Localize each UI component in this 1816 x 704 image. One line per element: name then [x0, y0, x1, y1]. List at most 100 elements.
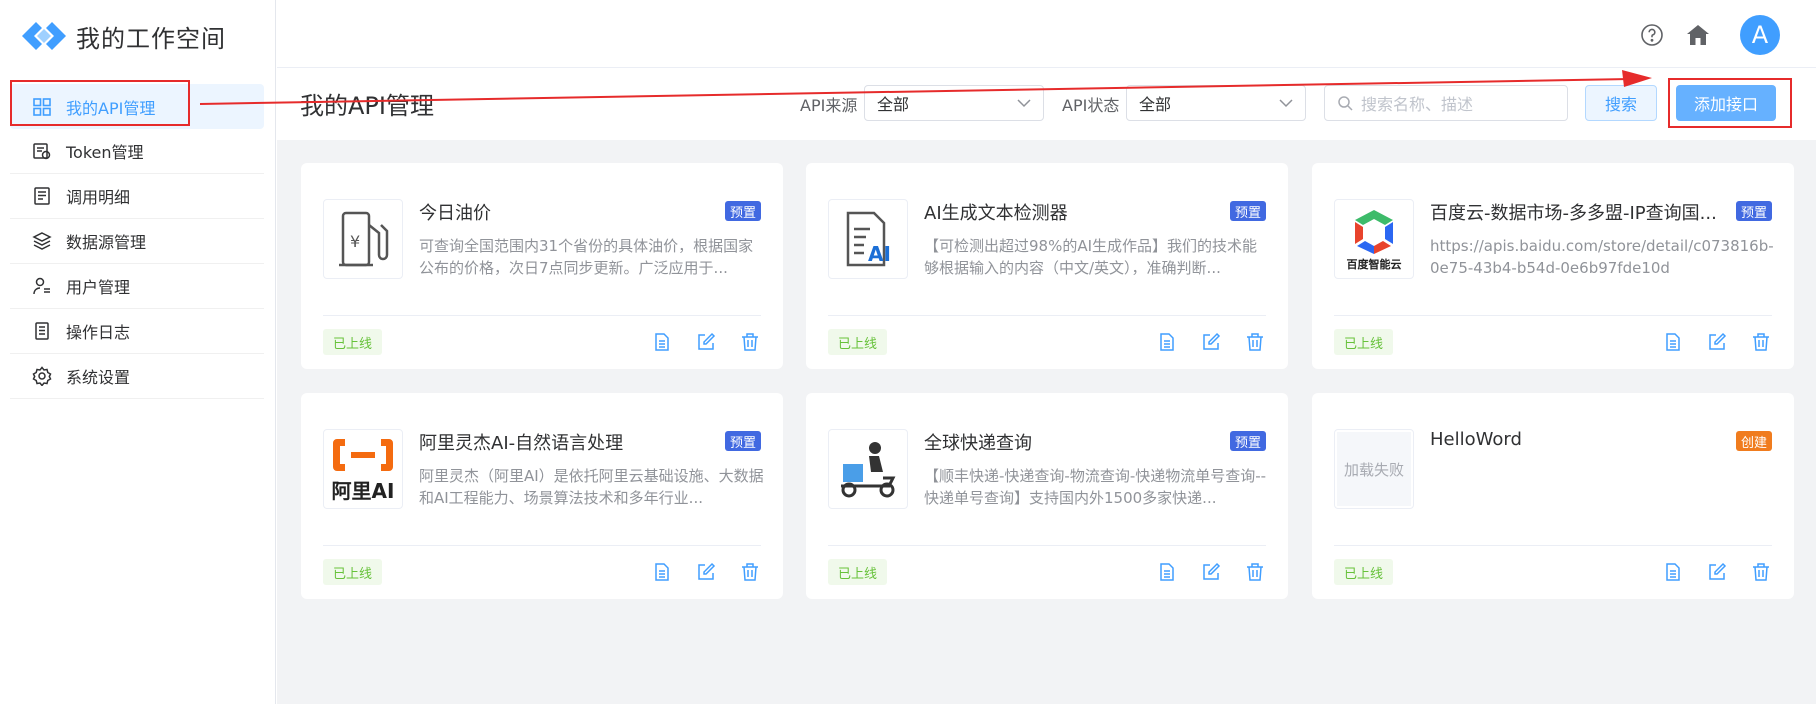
aliyun-ai-logo: [333, 438, 393, 471]
gear-icon: [32, 366, 52, 386]
edit-icon[interactable]: [1200, 331, 1222, 353]
source-select[interactable]: 全部: [864, 85, 1044, 121]
source-select-value: 全部: [877, 95, 910, 114]
status-badge: 已上线: [323, 559, 383, 585]
sidebar-item-logs[interactable]: 操作日志: [10, 309, 264, 354]
sidebar-item-token[interactable]: Token管理: [10, 129, 264, 174]
card-actions: [651, 331, 761, 353]
svg-text:¥: ¥: [350, 232, 360, 251]
doc-icon[interactable]: [1156, 561, 1178, 583]
card-thumbnail: 百度智能云: [1334, 199, 1414, 279]
card-actions: [651, 561, 761, 583]
sidebar-item-label: Token管理: [66, 143, 144, 162]
svg-text:AI: AI: [868, 242, 891, 266]
doc-icon[interactable]: [1156, 331, 1178, 353]
card-description: 【可检测出超过98%的AI生成作品】我们的技术能够根据输入的内容（中文/英文），…: [924, 237, 1258, 277]
delete-icon[interactable]: [739, 561, 761, 583]
card-divider: [828, 315, 1266, 316]
courier-scooter-icon: [841, 442, 896, 498]
avatar[interactable]: A: [1740, 15, 1780, 55]
thumb-caption: 阿里AI: [331, 478, 395, 503]
api-card[interactable]: 加载失败 HelloWord 创建 已上线: [1312, 393, 1794, 599]
edit-icon[interactable]: [695, 561, 717, 583]
home-icon[interactable]: [1685, 22, 1711, 48]
edit-icon[interactable]: [1706, 561, 1728, 583]
sidebar-item-settings[interactable]: 系统设置: [10, 354, 264, 399]
user-list-icon: [32, 276, 52, 296]
delete-icon[interactable]: [739, 331, 761, 353]
card-title[interactable]: 全球快递查询: [924, 429, 1224, 455]
sidebar-item-datasource[interactable]: 数据源管理: [10, 219, 264, 264]
card-divider: [323, 315, 761, 316]
card-description: https://apis.baidu.com/store/detail/c073…: [1430, 237, 1774, 277]
page-title: 我的API管理: [300, 92, 434, 120]
top-header: [277, 0, 1816, 68]
layers-icon: [32, 231, 52, 251]
app-logo[interactable]: 我的工作空间: [20, 16, 226, 56]
card-badge: 预置: [1735, 201, 1772, 221]
status-badge: 已上线: [828, 329, 888, 355]
ai-doc-icon: AI: [846, 211, 891, 267]
api-card[interactable]: 百度智能云 百度云-数据市场-多多盟-IP查询国... 预置 https://a…: [1312, 163, 1794, 369]
card-divider: [1334, 315, 1772, 316]
status-select[interactable]: 全部: [1126, 85, 1306, 121]
search-icon: [1338, 96, 1353, 111]
api-card[interactable]: AI AI生成文本检测器 预置 【可检测出超过98%的AI生成作品】我们的技术能…: [806, 163, 1288, 369]
api-card[interactable]: 全球快递查询 预置 【顺丰快递-快递查询-物流查询-快递物流单号查询--快递单号…: [806, 393, 1288, 599]
grid-icon: [32, 97, 52, 117]
card-actions: [1662, 331, 1772, 353]
delete-icon[interactable]: [1244, 561, 1266, 583]
fuel-pump-icon: ¥: [339, 211, 389, 267]
card-actions: [1662, 561, 1772, 583]
doc-icon[interactable]: [1662, 331, 1684, 353]
thumb-caption: 百度智能云: [1346, 258, 1402, 271]
status-badge: 已上线: [828, 559, 888, 585]
receipt-icon: [32, 186, 52, 206]
chevron-down-icon: [1279, 99, 1293, 108]
sidebar-item-label: 数据源管理: [66, 233, 147, 252]
status-badge: 已上线: [323, 329, 383, 355]
doc-icon[interactable]: [651, 331, 673, 353]
card-title[interactable]: AI生成文本检测器: [924, 199, 1224, 225]
search-button[interactable]: 搜索: [1585, 85, 1657, 121]
help-icon[interactable]: [1640, 23, 1664, 47]
doc-icon[interactable]: [1662, 561, 1684, 583]
image-load-failed: 加载失败: [1337, 432, 1411, 506]
search-input[interactable]: 搜索名称、描述: [1324, 85, 1568, 121]
sidebar-item-api-management[interactable]: 我的API管理: [10, 84, 264, 129]
card-title[interactable]: HelloWord: [1430, 429, 1730, 450]
edit-icon[interactable]: [1200, 561, 1222, 583]
sidebar-item-users[interactable]: 用户管理: [10, 264, 264, 309]
add-api-button[interactable]: 添加接口: [1676, 85, 1776, 121]
card-actions: [1156, 561, 1266, 583]
edit-icon[interactable]: [695, 331, 717, 353]
delete-icon[interactable]: [1750, 331, 1772, 353]
delete-icon[interactable]: [1244, 331, 1266, 353]
status-badge: 已上线: [1334, 329, 1394, 355]
card-title[interactable]: 百度云-数据市场-多多盟-IP查询国...: [1430, 199, 1730, 225]
status-filter-label: API状态: [1062, 96, 1120, 115]
search-placeholder: 搜索名称、描述: [1361, 95, 1474, 114]
card-title[interactable]: 今日油价: [419, 199, 719, 225]
card-badge: 创建: [1735, 431, 1772, 451]
api-card[interactable]: ¥ 今日油价 预置 可查询全国范围内31个省份的具体油价，根据国家公布的价格，次…: [301, 163, 783, 369]
card-description: 【顺丰快递-快递查询-物流查询-快递物流单号查询--快递单号查询】支持国内外15…: [924, 467, 1267, 507]
doc-icon[interactable]: [651, 561, 673, 583]
code-logo-icon: [22, 22, 66, 50]
card-grid: ¥ 今日油价 预置 可查询全国范围内31个省份的具体油价，根据国家公布的价格，次…: [277, 140, 1816, 704]
sidebar-item-call-details[interactable]: 调用明细: [10, 174, 264, 219]
app-title: 我的工作空间: [76, 24, 226, 53]
status-select-value: 全部: [1139, 95, 1172, 114]
delete-icon[interactable]: [1750, 561, 1772, 583]
card-thumbnail: 阿里AI: [323, 429, 403, 509]
status-badge: 已上线: [1334, 559, 1394, 585]
api-card[interactable]: 阿里AI 阿里灵杰AI-自然语言处理 预置 阿里灵杰（阿里AI）是依托阿里云基础…: [301, 393, 783, 599]
card-thumbnail: ¥: [323, 199, 403, 279]
card-title[interactable]: 阿里灵杰AI-自然语言处理: [419, 429, 719, 455]
card-description: 阿里灵杰（阿里AI）是依托阿里云基础设施、大数据和AI工程能力、场景算法技术和多…: [419, 467, 764, 507]
sidebar: 我的工作空间 我的API管理 Token管理 调用明细 数据源管理 用户管理 操…: [0, 0, 276, 704]
edit-icon[interactable]: [1706, 331, 1728, 353]
sidebar-item-label: 调用明细: [66, 188, 131, 207]
sidebar-item-label: 操作日志: [66, 323, 131, 342]
card-thumbnail: AI: [828, 199, 908, 279]
